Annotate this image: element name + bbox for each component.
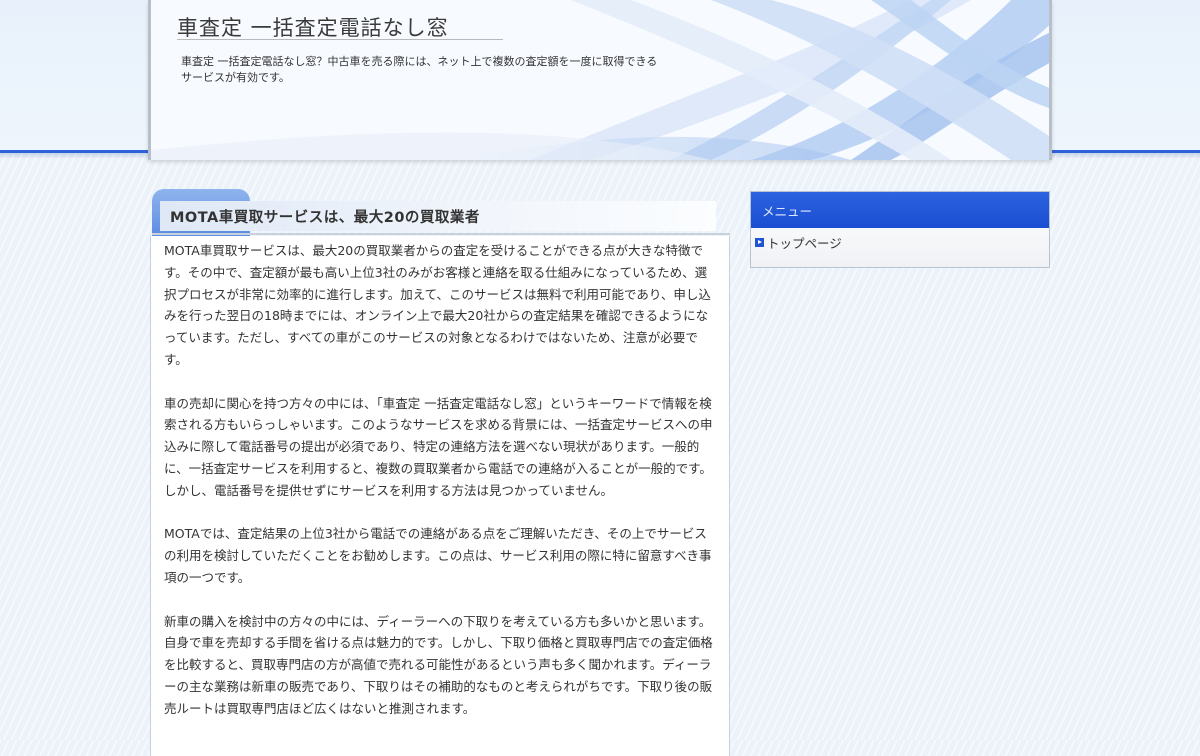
entry-paragraph: MOTA車買取サービスは、最大20の買取業者からの査定を受けることができる点が大…: [164, 243, 711, 367]
site-title[interactable]: 車査定 一括査定電話なし窓: [177, 12, 449, 42]
sidebar-item-top-page[interactable]: トップページ: [755, 233, 842, 252]
sidebar-menu-title: メニュー: [762, 204, 813, 219]
site-header: 車査定 一括査定電話なし窓 車査定 一括査定電話なし窓？中古車を売る際には、ネッ…: [148, 0, 1052, 160]
entry-title: MOTA車買取サービスは、最大20の買取業者: [170, 210, 480, 226]
sidebar-item-label[interactable]: トップページ: [767, 233, 842, 252]
entry-paragraph: 新車の購入を検討中の方々の中には、ディーラーへの下取りを考えている方も多いかと思…: [164, 613, 713, 716]
entry-divider: [152, 233, 730, 235]
entry-paragraph: MOTAでは、査定結果の上位3社から電話での連絡がある点をご理解いただき、その上…: [164, 526, 712, 585]
arrow-right-icon: [755, 238, 764, 247]
entry-content: MOTA車買取サービスは、最大20の買取業者からの査定を受けることができる点が大…: [164, 240, 716, 741]
entry-paragraph: 車の売却に関心を持つ方々の中には、「車査定 一括査定電話なし窓」というキーワード…: [164, 395, 713, 498]
title-underline: [177, 39, 503, 40]
site-description: 車査定 一括査定電話なし窓？中古車を売る際には、ネット上で複数の査定額を一度に取…: [181, 55, 658, 84]
